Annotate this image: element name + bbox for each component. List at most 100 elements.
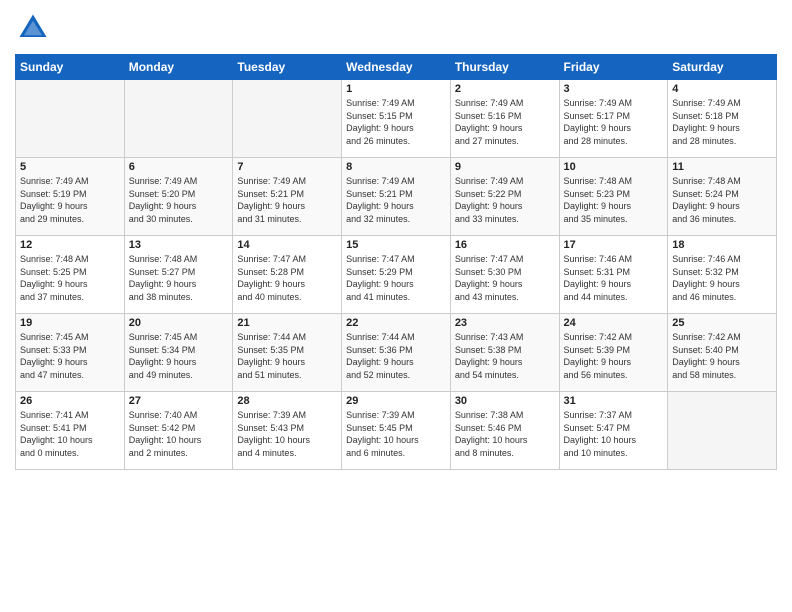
day-cell: 1 Sunrise: 7:49 AM Sunset: 5:15 PM Daylig… xyxy=(342,80,451,158)
col-header-friday: Friday xyxy=(559,55,668,80)
day-info: Sunrise: 7:47 AM Sunset: 5:28 PM Dayligh… xyxy=(237,253,337,303)
day-info: Sunrise: 7:47 AM Sunset: 5:29 PM Dayligh… xyxy=(346,253,446,303)
day-cell: 30 Sunrise: 7:38 AM Sunset: 5:46 PM Dayli… xyxy=(450,392,559,470)
day-cell: 8 Sunrise: 7:49 AM Sunset: 5:21 PM Daylig… xyxy=(342,158,451,236)
day-number: 4 xyxy=(672,83,772,95)
day-number: 20 xyxy=(129,317,229,329)
header xyxy=(15,10,777,46)
day-info: Sunrise: 7:47 AM Sunset: 5:30 PM Dayligh… xyxy=(455,253,555,303)
day-number: 5 xyxy=(20,161,120,173)
col-header-sunday: Sunday xyxy=(16,55,125,80)
day-info: Sunrise: 7:48 AM Sunset: 5:25 PM Dayligh… xyxy=(20,253,120,303)
day-number: 9 xyxy=(455,161,555,173)
day-number: 8 xyxy=(346,161,446,173)
week-row-2: 5 Sunrise: 7:49 AM Sunset: 5:19 PM Daylig… xyxy=(16,158,777,236)
col-header-tuesday: Tuesday xyxy=(233,55,342,80)
day-cell xyxy=(16,80,125,158)
day-info: Sunrise: 7:46 AM Sunset: 5:32 PM Dayligh… xyxy=(672,253,772,303)
day-number: 3 xyxy=(564,83,664,95)
day-number: 16 xyxy=(455,239,555,251)
day-info: Sunrise: 7:39 AM Sunset: 5:45 PM Dayligh… xyxy=(346,409,446,459)
day-cell xyxy=(124,80,233,158)
day-number: 21 xyxy=(237,317,337,329)
day-info: Sunrise: 7:49 AM Sunset: 5:15 PM Dayligh… xyxy=(346,97,446,147)
day-cell: 27 Sunrise: 7:40 AM Sunset: 5:42 PM Dayli… xyxy=(124,392,233,470)
day-number: 1 xyxy=(346,83,446,95)
page-container: SundayMondayTuesdayWednesdayThursdayFrid… xyxy=(0,0,792,612)
day-number: 23 xyxy=(455,317,555,329)
day-number: 19 xyxy=(20,317,120,329)
day-info: Sunrise: 7:44 AM Sunset: 5:35 PM Dayligh… xyxy=(237,331,337,381)
day-number: 18 xyxy=(672,239,772,251)
day-cell: 13 Sunrise: 7:48 AM Sunset: 5:27 PM Dayli… xyxy=(124,236,233,314)
day-info: Sunrise: 7:48 AM Sunset: 5:24 PM Dayligh… xyxy=(672,175,772,225)
logo-icon xyxy=(15,10,51,46)
day-info: Sunrise: 7:49 AM Sunset: 5:21 PM Dayligh… xyxy=(346,175,446,225)
day-info: Sunrise: 7:45 AM Sunset: 5:34 PM Dayligh… xyxy=(129,331,229,381)
day-info: Sunrise: 7:49 AM Sunset: 5:16 PM Dayligh… xyxy=(455,97,555,147)
day-number: 27 xyxy=(129,395,229,407)
day-number: 11 xyxy=(672,161,772,173)
day-info: Sunrise: 7:38 AM Sunset: 5:46 PM Dayligh… xyxy=(455,409,555,459)
day-number: 6 xyxy=(129,161,229,173)
week-row-5: 26 Sunrise: 7:41 AM Sunset: 5:41 PM Dayli… xyxy=(16,392,777,470)
day-info: Sunrise: 7:49 AM Sunset: 5:18 PM Dayligh… xyxy=(672,97,772,147)
day-info: Sunrise: 7:37 AM Sunset: 5:47 PM Dayligh… xyxy=(564,409,664,459)
day-cell: 19 Sunrise: 7:45 AM Sunset: 5:33 PM Dayli… xyxy=(16,314,125,392)
day-info: Sunrise: 7:49 AM Sunset: 5:22 PM Dayligh… xyxy=(455,175,555,225)
day-number: 10 xyxy=(564,161,664,173)
day-number: 15 xyxy=(346,239,446,251)
day-info: Sunrise: 7:42 AM Sunset: 5:39 PM Dayligh… xyxy=(564,331,664,381)
day-cell: 14Sunrise: 7:47 AM Sunset: 5:28 PM Dayli… xyxy=(233,236,342,314)
day-cell: 20 Sunrise: 7:45 AM Sunset: 5:34 PM Dayli… xyxy=(124,314,233,392)
day-cell: 18 Sunrise: 7:46 AM Sunset: 5:32 PM Dayli… xyxy=(668,236,777,314)
day-info: Sunrise: 7:42 AM Sunset: 5:40 PM Dayligh… xyxy=(672,331,772,381)
day-info: Sunrise: 7:43 AM Sunset: 5:38 PM Dayligh… xyxy=(455,331,555,381)
day-cell: 28 Sunrise: 7:39 AM Sunset: 5:43 PM Dayli… xyxy=(233,392,342,470)
week-row-4: 19 Sunrise: 7:45 AM Sunset: 5:33 PM Dayli… xyxy=(16,314,777,392)
day-number: 29 xyxy=(346,395,446,407)
day-info: Sunrise: 7:44 AM Sunset: 5:36 PM Dayligh… xyxy=(346,331,446,381)
day-info: Sunrise: 7:39 AM Sunset: 5:43 PM Dayligh… xyxy=(237,409,337,459)
day-info: Sunrise: 7:49 AM Sunset: 5:20 PM Dayligh… xyxy=(129,175,229,225)
day-number: 26 xyxy=(20,395,120,407)
day-cell xyxy=(233,80,342,158)
day-info: Sunrise: 7:46 AM Sunset: 5:31 PM Dayligh… xyxy=(564,253,664,303)
day-number: 2 xyxy=(455,83,555,95)
week-row-1: 1 Sunrise: 7:49 AM Sunset: 5:15 PM Daylig… xyxy=(16,80,777,158)
day-cell: 6 Sunrise: 7:49 AM Sunset: 5:20 PM Daylig… xyxy=(124,158,233,236)
day-number: 30 xyxy=(455,395,555,407)
col-header-wednesday: Wednesday xyxy=(342,55,451,80)
day-cell: 26 Sunrise: 7:41 AM Sunset: 5:41 PM Dayli… xyxy=(16,392,125,470)
day-cell: 21 Sunrise: 7:44 AM Sunset: 5:35 PM Dayli… xyxy=(233,314,342,392)
day-cell: 25Sunrise: 7:42 AM Sunset: 5:40 PM Dayli… xyxy=(668,314,777,392)
day-number: 28 xyxy=(237,395,337,407)
day-cell: 3 Sunrise: 7:49 AM Sunset: 5:17 PM Daylig… xyxy=(559,80,668,158)
day-info: Sunrise: 7:48 AM Sunset: 5:27 PM Dayligh… xyxy=(129,253,229,303)
calendar-table: SundayMondayTuesdayWednesdayThursdayFrid… xyxy=(15,54,777,470)
day-info: Sunrise: 7:49 AM Sunset: 5:17 PM Dayligh… xyxy=(564,97,664,147)
header-row: SundayMondayTuesdayWednesdayThursdayFrid… xyxy=(16,55,777,80)
day-cell: 7 Sunrise: 7:49 AM Sunset: 5:21 PM Daylig… xyxy=(233,158,342,236)
day-info: Sunrise: 7:41 AM Sunset: 5:41 PM Dayligh… xyxy=(20,409,120,459)
day-number: 24 xyxy=(564,317,664,329)
col-header-thursday: Thursday xyxy=(450,55,559,80)
day-cell: 29 Sunrise: 7:39 AM Sunset: 5:45 PM Dayli… xyxy=(342,392,451,470)
day-cell: 4 Sunrise: 7:49 AM Sunset: 5:18 PM Daylig… xyxy=(668,80,777,158)
day-info: Sunrise: 7:45 AM Sunset: 5:33 PM Dayligh… xyxy=(20,331,120,381)
day-number: 17 xyxy=(564,239,664,251)
day-cell: 10Sunrise: 7:48 AM Sunset: 5:23 PM Dayli… xyxy=(559,158,668,236)
day-info: Sunrise: 7:49 AM Sunset: 5:21 PM Dayligh… xyxy=(237,175,337,225)
day-cell: 5 Sunrise: 7:49 AM Sunset: 5:19 PM Daylig… xyxy=(16,158,125,236)
day-number: 13 xyxy=(129,239,229,251)
day-number: 22 xyxy=(346,317,446,329)
day-number: 12 xyxy=(20,239,120,251)
day-info: Sunrise: 7:40 AM Sunset: 5:42 PM Dayligh… xyxy=(129,409,229,459)
day-number: 7 xyxy=(237,161,337,173)
day-cell: 15 Sunrise: 7:47 AM Sunset: 5:29 PM Dayli… xyxy=(342,236,451,314)
day-info: Sunrise: 7:49 AM Sunset: 5:19 PM Dayligh… xyxy=(20,175,120,225)
day-cell: 9 Sunrise: 7:49 AM Sunset: 5:22 PM Daylig… xyxy=(450,158,559,236)
day-cell: 2 Sunrise: 7:49 AM Sunset: 5:16 PM Daylig… xyxy=(450,80,559,158)
day-cell: 31Sunrise: 7:37 AM Sunset: 5:47 PM Dayli… xyxy=(559,392,668,470)
col-header-monday: Monday xyxy=(124,55,233,80)
